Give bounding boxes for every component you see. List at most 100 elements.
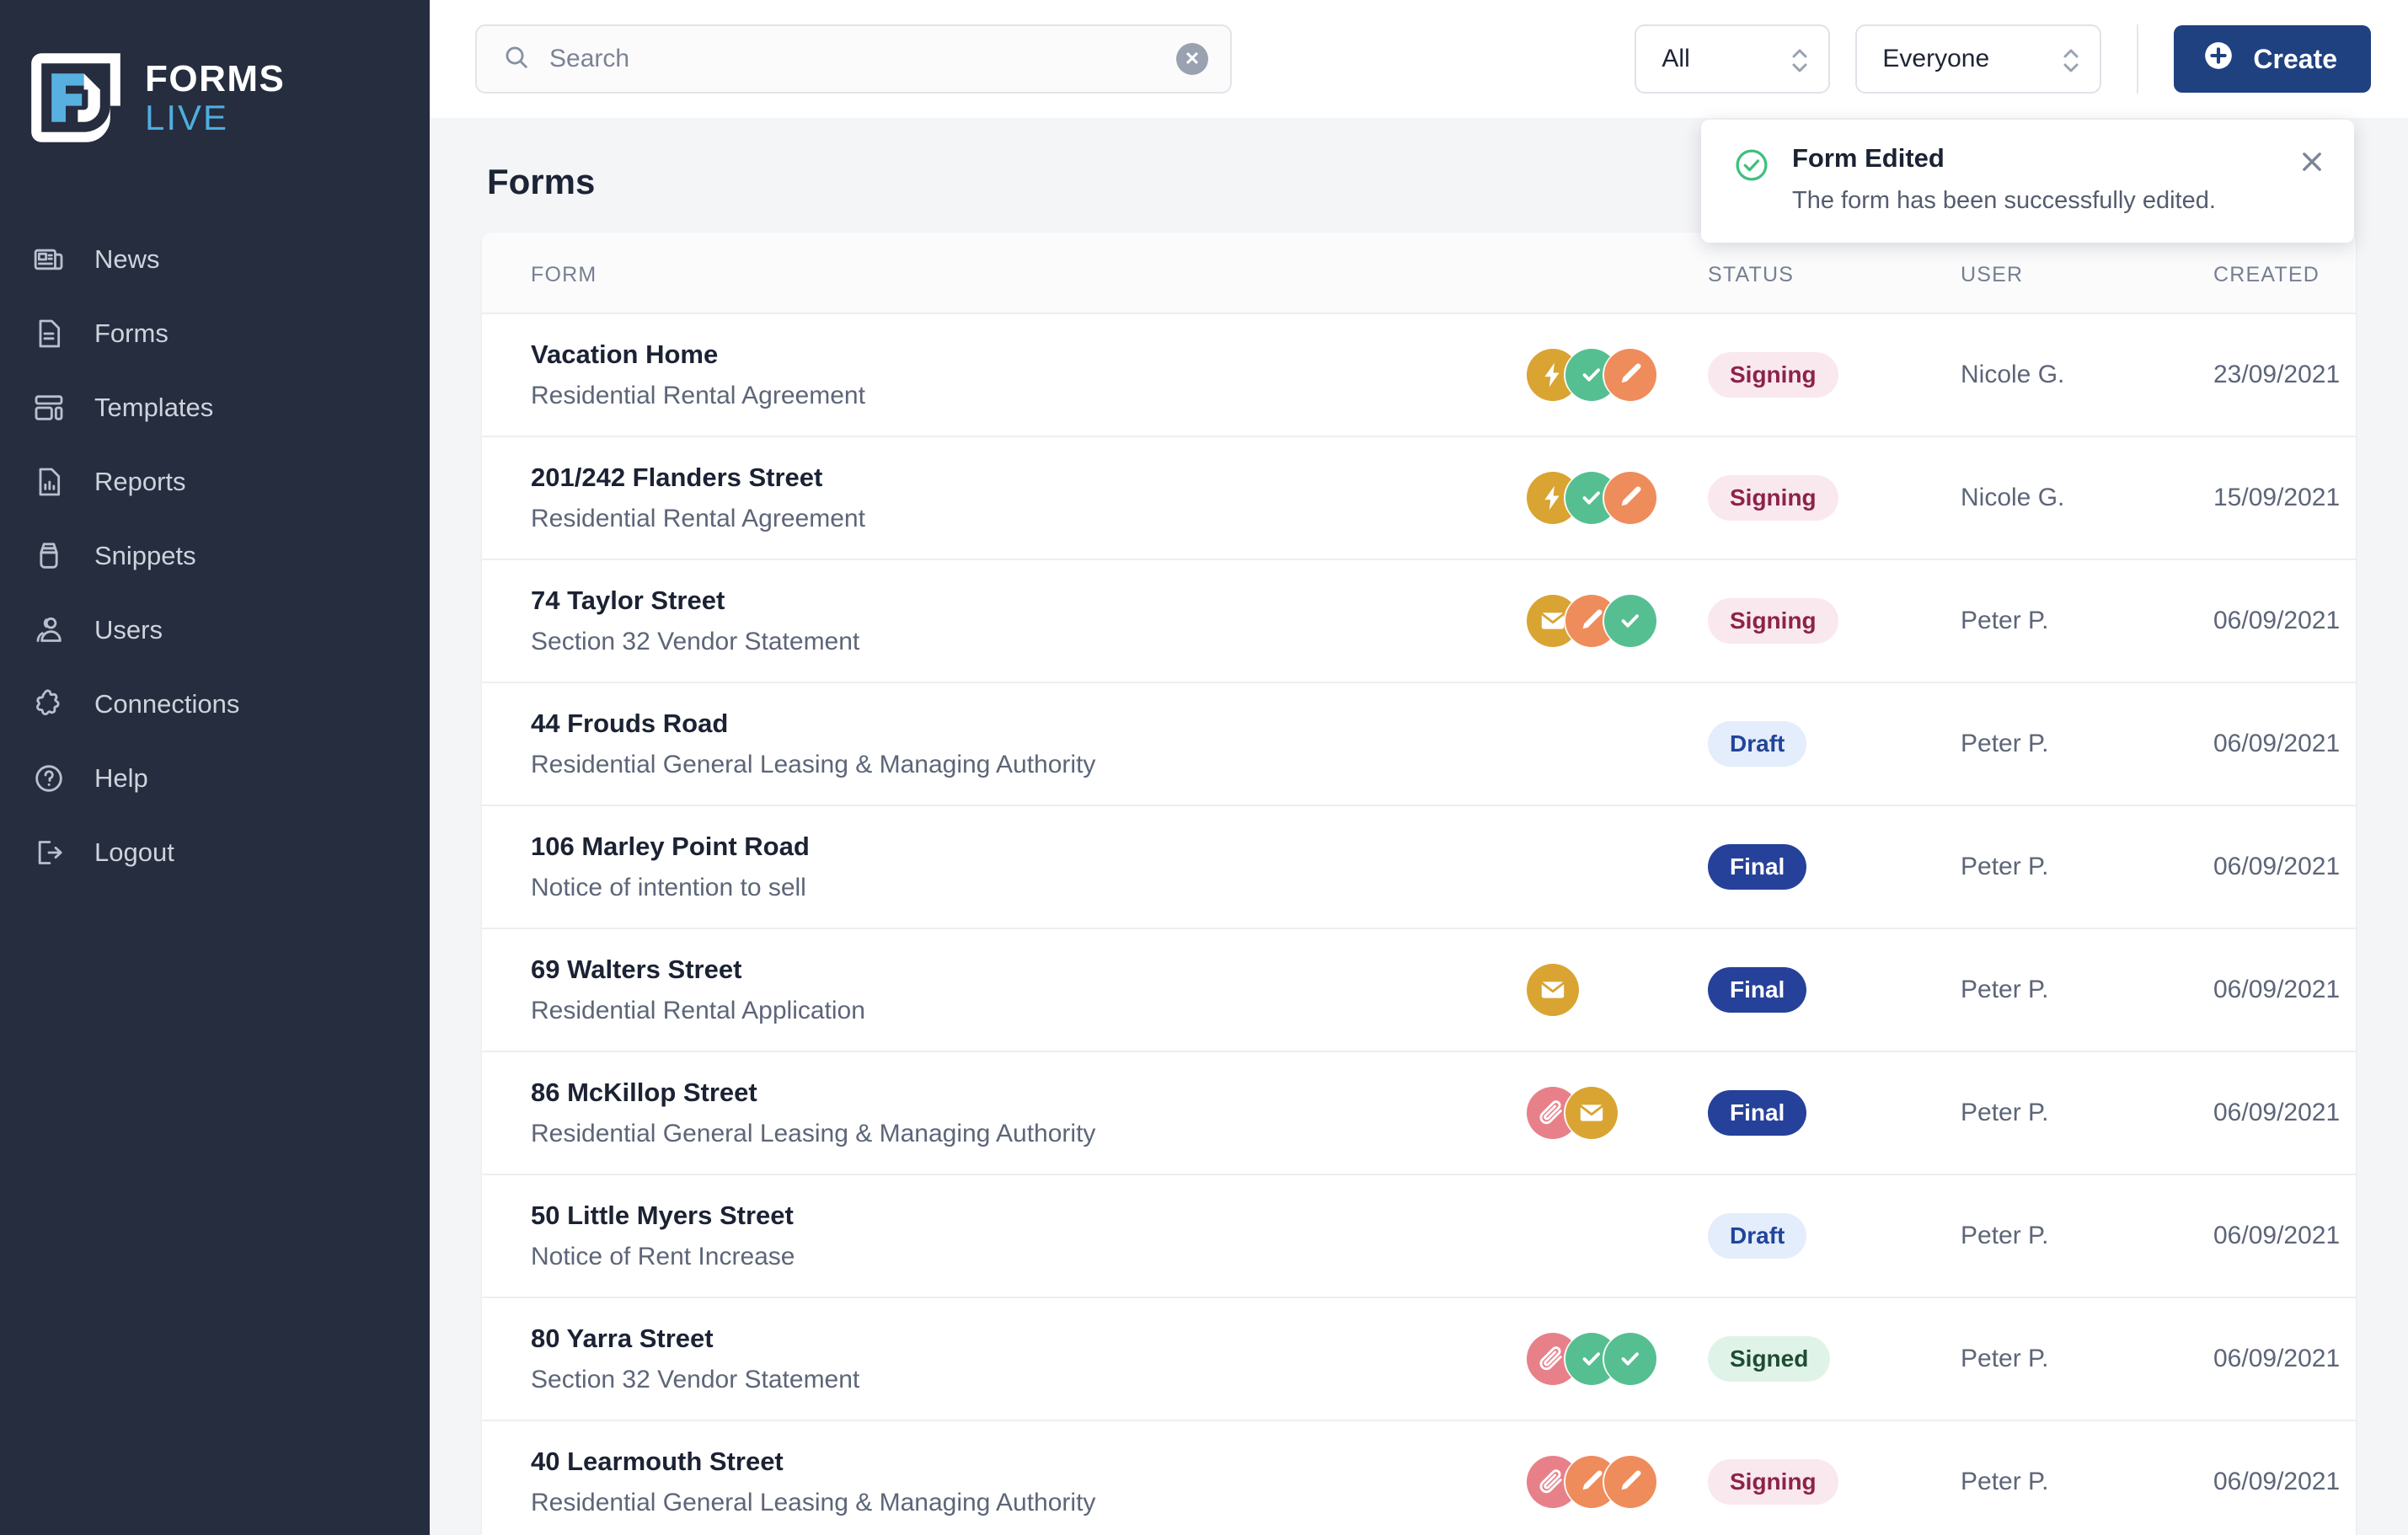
table-row[interactable]: 201/242 Flanders Street Residential Rent…	[482, 436, 2356, 559]
document-chart-icon	[30, 463, 67, 500]
table-row[interactable]: 74 Taylor Street Section 32 Vendor State…	[482, 559, 2356, 682]
filter-type-value: All	[1662, 45, 1690, 72]
check-circle-icon	[1733, 147, 1770, 184]
form-name: Vacation Home	[531, 340, 719, 369]
sidebar-item-news[interactable]: News	[0, 222, 430, 297]
col-header-created[interactable]: CREATED	[2213, 233, 2356, 313]
table-row[interactable]: 40 Learmouth Street Residential General …	[482, 1420, 2356, 1535]
row-created-cell: 15/09/2021	[2213, 484, 2341, 511]
row-user-cell: Peter P.	[1961, 607, 2049, 634]
sidebar-item-snippets[interactable]: Snippets	[0, 519, 430, 593]
row-status-cell: Signing	[1708, 559, 1961, 682]
row-status-cell: Signing	[1708, 313, 1961, 436]
row-status-cell: Final	[1708, 805, 1961, 928]
status-icon-cluster	[1527, 1333, 1708, 1385]
status-badge: Signing	[1708, 1459, 1838, 1505]
clear-search-icon[interactable]: ✕	[1176, 43, 1208, 75]
table-row[interactable]: 50 Little Myers Street Notice of Rent In…	[482, 1174, 2356, 1297]
row-icons-cell	[1527, 313, 1708, 436]
pencil-badge-icon[interactable]	[1604, 349, 1656, 401]
inkwell-icon	[30, 538, 67, 575]
status-badge: Draft	[1708, 1213, 1807, 1259]
newspaper-icon	[30, 241, 67, 278]
sidebar-item-logout[interactable]: Logout	[0, 816, 430, 890]
chevron-updown-icon	[1790, 42, 1810, 76]
table-row[interactable]: 86 McKillop Street Residential General L…	[482, 1051, 2356, 1174]
form-subtitle: Residential Rental Application	[531, 997, 865, 1024]
document-icon	[30, 315, 67, 352]
status-icon-cluster	[1527, 472, 1708, 524]
form-name: 74 Taylor Street	[531, 586, 725, 615]
row-user-cell: Nicole G.	[1961, 361, 2065, 388]
sidebar-item-label: Templates	[94, 393, 214, 422]
sidebar-item-label: Users	[94, 615, 163, 644]
users-icon	[30, 612, 67, 649]
sidebar-item-forms[interactable]: Forms	[0, 297, 430, 371]
status-icon-cluster	[1527, 595, 1708, 647]
table-header: FORM STATUS USER CREATED UPDATED	[482, 233, 2356, 313]
status-icon-cluster	[1527, 964, 1708, 1016]
filter-type-select[interactable]: All	[1635, 24, 1831, 94]
brand-logo[interactable]: FORMS LIVE	[0, 32, 430, 148]
pencil-badge-icon[interactable]	[1604, 472, 1656, 524]
form-subtitle: Notice of intention to sell	[531, 874, 806, 901]
row-created-cell: 06/09/2021	[2213, 976, 2341, 1003]
sidebar-item-label: Connections	[94, 689, 240, 719]
row-status-cell: Draft	[1708, 682, 1961, 805]
close-icon[interactable]	[2295, 145, 2329, 179]
envelope-badge-icon[interactable]	[1527, 964, 1579, 1016]
create-button[interactable]: Create	[2174, 25, 2371, 93]
puzzle-piece-icon	[30, 686, 67, 723]
form-subtitle: Residential Rental Agreement	[531, 382, 865, 409]
check-badge-icon[interactable]	[1604, 1333, 1656, 1385]
sidebar-item-templates[interactable]: Templates	[0, 371, 430, 445]
main-area: ✕ All Everyone	[430, 0, 2408, 1535]
row-created-cell: 06/09/2021	[2213, 730, 2341, 757]
form-name: 50 Little Myers Street	[531, 1201, 794, 1230]
check-badge-icon[interactable]	[1604, 595, 1656, 647]
pencil-badge-icon[interactable]	[1604, 1456, 1656, 1508]
question-circle-icon	[30, 760, 67, 797]
status-icon-cluster	[1527, 1456, 1708, 1508]
sidebar-item-users[interactable]: Users	[0, 593, 430, 667]
table-row[interactable]: 106 Marley Point Road Notice of intentio…	[482, 805, 2356, 928]
content-area: Forms FORM STATUS USER CREATED UPDATED	[430, 118, 2408, 1535]
logout-arrow-icon	[30, 834, 67, 871]
table-row[interactable]: 69 Walters Street Residential Rental App…	[482, 928, 2356, 1051]
layout-template-icon	[30, 389, 67, 426]
form-name: 44 Frouds Road	[531, 709, 729, 738]
row-created-cell: 06/09/2021	[2213, 1345, 2341, 1372]
row-icons-cell	[1527, 805, 1708, 928]
row-status-cell: Final	[1708, 1051, 1961, 1174]
sidebar-nav: News Forms Templates Reports Snippets Us…	[0, 222, 430, 890]
row-user-cell: Peter P.	[1961, 853, 2049, 880]
sidebar-item-label: News	[94, 244, 160, 274]
form-name: 201/242 Flanders Street	[531, 463, 823, 492]
sidebar-item-help[interactable]: Help	[0, 741, 430, 816]
chevron-updown-icon	[2061, 42, 2081, 76]
search-field[interactable]: ✕	[475, 24, 1232, 94]
table-row[interactable]: 44 Frouds Road Residential General Leasi…	[482, 682, 2356, 805]
col-header-user[interactable]: USER	[1961, 233, 2213, 313]
brand-name-secondary: LIVE	[145, 97, 229, 137]
row-created-cell: 06/09/2021	[2213, 853, 2341, 880]
table-row[interactable]: Vacation Home Residential Rental Agreeme…	[482, 313, 2356, 436]
row-status-cell: Signing	[1708, 1420, 1961, 1535]
sidebar-item-reports[interactable]: Reports	[0, 445, 430, 519]
sidebar-item-connections[interactable]: Connections	[0, 667, 430, 741]
search-input[interactable]	[549, 45, 1158, 73]
col-header-form[interactable]: FORM	[482, 233, 1527, 313]
table-row[interactable]: 80 Yarra Street Section 32 Vendor Statem…	[482, 1297, 2356, 1420]
row-form-cell: 50 Little Myers Street Notice of Rent In…	[482, 1174, 1527, 1297]
row-created-cell: 23/09/2021	[2213, 361, 2341, 388]
status-badge: Final	[1708, 967, 1807, 1013]
envelope-badge-icon[interactable]	[1565, 1087, 1618, 1139]
row-icons-cell	[1527, 1420, 1708, 1535]
fl-logo-icon	[25, 47, 126, 148]
status-badge: Signing	[1708, 598, 1838, 644]
col-header-status[interactable]: STATUS	[1708, 233, 1961, 313]
filter-user-select[interactable]: Everyone	[1855, 24, 2102, 94]
sidebar-item-label: Reports	[94, 467, 186, 496]
form-subtitle: Section 32 Vendor Statement	[531, 628, 860, 655]
row-form-cell: 201/242 Flanders Street Residential Rent…	[482, 436, 1527, 559]
